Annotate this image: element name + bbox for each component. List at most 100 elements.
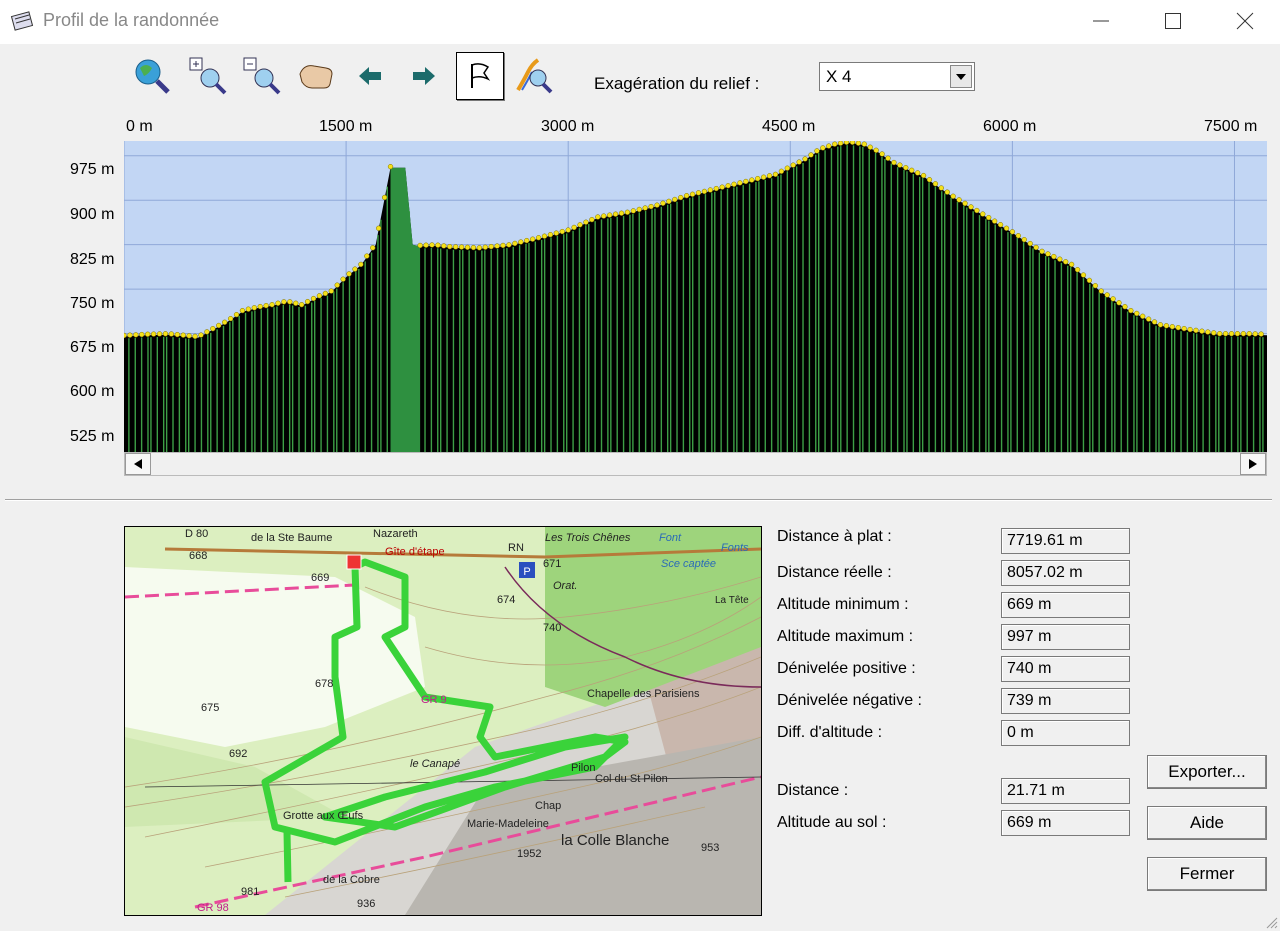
previous-button[interactable] [348, 54, 392, 98]
arrow-right-icon [413, 67, 435, 85]
profile-point [376, 225, 382, 231]
profile-point [778, 168, 785, 174]
scroll-left-button[interactable] [125, 453, 151, 475]
profile-point [1134, 310, 1140, 317]
pan-button[interactable] [294, 54, 338, 98]
profile-point [577, 222, 583, 228]
profile-point [914, 170, 921, 176]
profile-route-button[interactable] [512, 54, 556, 98]
stat-label: Distance réelle : [777, 564, 892, 581]
profile-point [654, 202, 660, 208]
x-tick-label: 4500 m [762, 118, 816, 135]
minimize-icon [1093, 20, 1109, 22]
profile-point [595, 214, 601, 220]
profile-point [222, 319, 228, 325]
profile-point [707, 187, 713, 193]
profile-horizontal-scrollbar[interactable] [124, 452, 1267, 476]
profile-point [903, 165, 909, 171]
x-tick-label: 0 m [126, 118, 153, 135]
zoom-out-icon [243, 57, 281, 95]
profile-point [755, 175, 761, 182]
profile-point [1086, 277, 1093, 284]
profile-point [227, 316, 234, 322]
profile-point [494, 243, 500, 249]
stat-label: Dénivelée positive : [777, 660, 916, 677]
cursor-altitude-label: Altitude au sol : [777, 814, 887, 831]
profile-route-icon [516, 58, 553, 94]
maximize-button[interactable] [1138, 0, 1208, 42]
profile-point [968, 204, 974, 210]
cursor-distance-label: Distance : [777, 782, 849, 799]
close-window-button[interactable] [1210, 0, 1280, 42]
stat-label: Diff. d'altitude : [777, 724, 883, 741]
map-label: 674 [497, 594, 515, 606]
profile-point [334, 282, 340, 288]
route-map[interactable]: P de la Ste Baume Nazareth RN Les Trois … [124, 526, 762, 916]
profile-point [926, 177, 933, 183]
zoom-extent-button[interactable] [130, 54, 174, 98]
profile-point [743, 178, 749, 185]
profile-point [156, 331, 163, 337]
profile-point [1157, 322, 1164, 328]
profile-point [565, 227, 571, 233]
export-button[interactable]: Exporter... [1147, 755, 1267, 789]
profile-point [1181, 325, 1187, 332]
profile-point [589, 216, 595, 223]
flag-button[interactable] [456, 52, 504, 100]
profile-point [559, 228, 565, 235]
profile-point [986, 214, 992, 221]
map-label: Fonts [721, 542, 749, 554]
svg-text:P: P [523, 566, 530, 578]
stat-value: 740 m [1001, 656, 1130, 682]
map-label: Pilon [571, 762, 595, 774]
profile-point [251, 305, 257, 311]
help-button[interactable]: Aide [1147, 806, 1267, 840]
relief-exaggeration-select[interactable]: X 4 [819, 62, 975, 91]
scroll-right-button[interactable] [1240, 453, 1266, 475]
map-label: 669 [311, 572, 329, 584]
profile-point [867, 144, 873, 150]
profile-point [772, 171, 779, 178]
map-label: Marie-Madeleine [467, 818, 549, 830]
profile-point [920, 172, 927, 179]
profile-point [269, 302, 275, 308]
next-button[interactable] [402, 54, 446, 98]
map-label: de la Ste Baume [251, 532, 332, 544]
profile-point [843, 141, 850, 145]
profile-point [938, 185, 944, 191]
resize-grip-icon[interactable] [1264, 915, 1278, 929]
profile-point [139, 331, 145, 338]
elevation-profile-chart[interactable] [124, 141, 1267, 452]
minimize-button[interactable] [1066, 0, 1136, 42]
profile-point [275, 300, 281, 306]
zoom-in-icon [189, 57, 227, 95]
scroll-left-icon [134, 459, 142, 469]
map-label: Les Trois Chênes [545, 532, 631, 544]
profile-point [974, 207, 980, 214]
profile-point [713, 185, 719, 192]
profile-point [731, 181, 737, 187]
profile-point [150, 331, 157, 337]
pan-hand-icon [299, 65, 333, 89]
profile-point [1145, 316, 1152, 322]
close-button[interactable]: Fermer [1147, 857, 1267, 891]
profile-point [796, 159, 802, 165]
profile-point [1003, 225, 1010, 231]
y-tick-label: 525 m [70, 428, 115, 445]
profile-point [790, 162, 796, 168]
map-label: 953 [701, 842, 719, 854]
map-label: Chap [535, 800, 561, 812]
map-label: RN [508, 542, 524, 554]
flag-icon [471, 63, 491, 88]
profile-point [310, 295, 317, 302]
profile-point [666, 198, 672, 205]
zoom-in-button[interactable] [186, 54, 230, 98]
profile-point [547, 232, 554, 238]
stat-value: 8057.02 m [1001, 560, 1130, 586]
zoom-out-button[interactable] [240, 54, 284, 98]
profile-point [186, 333, 192, 339]
profile-point [447, 243, 453, 250]
profile-point [826, 143, 832, 149]
profile-point [239, 307, 246, 314]
dropdown-arrow-button[interactable] [950, 65, 972, 88]
